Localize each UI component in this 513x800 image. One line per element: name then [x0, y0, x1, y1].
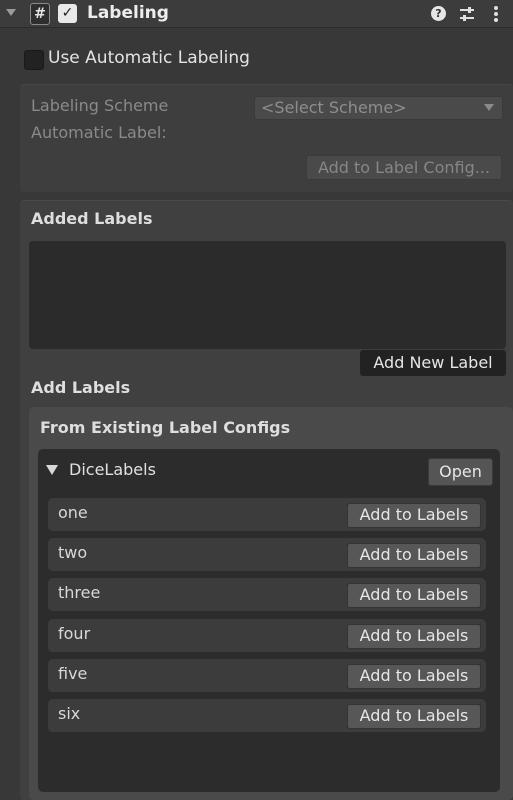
- automatic-label-label: Automatic Label:: [31, 123, 167, 142]
- add-to-labels-button[interactable]: Add to Labels: [347, 704, 481, 729]
- add-to-labels-button[interactable]: Add to Labels: [347, 664, 481, 689]
- add-to-labels-button[interactable]: Add to Labels: [347, 624, 481, 649]
- label-row: five Add to Labels: [48, 659, 486, 692]
- add-to-labels-button[interactable]: Add to Labels: [347, 503, 481, 528]
- label-name: two: [58, 543, 88, 562]
- added-labels-list[interactable]: [29, 241, 506, 349]
- label-row: three Add to Labels: [48, 578, 486, 611]
- add-new-label-button[interactable]: Add New Label: [360, 350, 506, 376]
- add-to-labels-button[interactable]: Add to Labels: [347, 543, 481, 568]
- label-row: one Add to Labels: [48, 498, 486, 531]
- add-labels-title: Add Labels: [31, 378, 131, 397]
- more-vertical-icon[interactable]: [491, 5, 501, 23]
- labeling-scheme-label: Labeling Scheme: [31, 96, 169, 115]
- labeling-scheme-dropdown[interactable]: <Select Scheme>: [254, 96, 503, 120]
- label-row: four Add to Labels: [48, 619, 486, 652]
- add-to-label-config-button[interactable]: Add to Label Config...: [306, 155, 502, 180]
- label-name: six: [58, 704, 81, 723]
- label-name: one: [58, 503, 88, 522]
- dropdown-arrow-icon: [484, 104, 494, 111]
- presets-sliders-icon[interactable]: [458, 5, 476, 23]
- use-automatic-labeling-checkbox[interactable]: [24, 50, 44, 70]
- label-name: five: [58, 664, 88, 683]
- existing-label-configs-title: From Existing Label Configs: [40, 418, 291, 437]
- component-enabled-checkbox[interactable]: ✓: [58, 4, 77, 23]
- label-row: two Add to Labels: [48, 538, 486, 571]
- component-title: Labeling: [87, 3, 169, 23]
- open-config-button[interactable]: Open: [428, 458, 493, 486]
- label-row: six Add to Labels: [48, 699, 486, 732]
- foldout-triangle-icon[interactable]: [6, 9, 16, 16]
- added-labels-title: Added Labels: [31, 209, 153, 228]
- help-icon[interactable]: ?: [431, 6, 446, 21]
- label-name: three: [58, 583, 101, 602]
- use-automatic-labeling-label: Use Automatic Labeling: [48, 48, 250, 68]
- script-hash-icon: #: [30, 3, 50, 25]
- add-to-labels-button[interactable]: Add to Labels: [347, 583, 481, 608]
- expand-triangle-icon[interactable]: [46, 465, 58, 475]
- label-config-name: DiceLabels: [69, 460, 156, 479]
- label-name: four: [58, 624, 91, 643]
